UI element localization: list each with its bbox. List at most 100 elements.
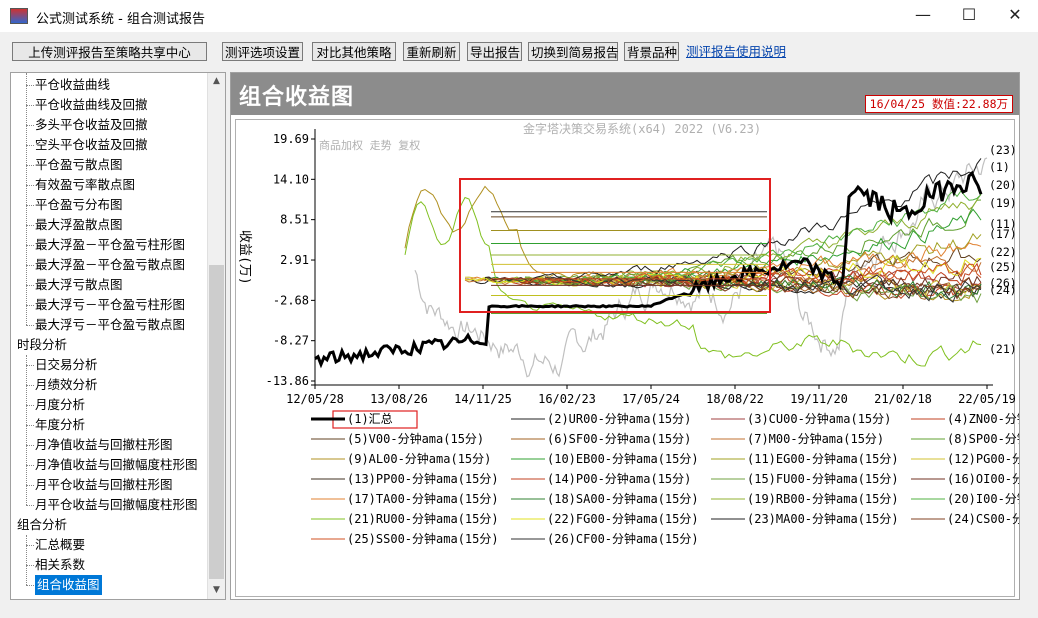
legend-item[interactable]: (10)EB00-分钟ama(15分) xyxy=(547,451,699,466)
y-axis-label: 收益(万) xyxy=(237,230,252,285)
x-tick-label: 21/02/18 xyxy=(874,392,932,406)
series-end-label: (22) xyxy=(989,245,1017,259)
app-window: 公式测试系统 - 组合测试报告 — ☐ ✕ 上传测评报告至策略共享中心 测评选项… xyxy=(0,0,1038,618)
legend-item[interactable]: (23)MA00-分钟ama(15分) xyxy=(747,511,899,526)
tree-item[interactable]: 组合分析 xyxy=(17,515,67,535)
legend-item[interactable]: (9)AL00-分钟ama(15分) xyxy=(347,451,491,466)
legend-item[interactable]: (25)SS00-分钟ama(15分) xyxy=(347,531,499,546)
legend-item[interactable]: (5)V00-分钟ama(15分) xyxy=(347,431,484,446)
series-end-label: (23) xyxy=(989,143,1017,157)
x-tick-label: 22/05/19 xyxy=(958,392,1016,406)
legend-item[interactable]: (20)I00-分钟ama(15分) xyxy=(947,491,1019,506)
legend-item[interactable]: (11)EG00-分钟ama(15分) xyxy=(747,451,899,466)
tree-item[interactable]: 汇总概要 xyxy=(25,535,85,555)
test-options-button[interactable]: 测评选项设置 xyxy=(222,42,303,61)
legend-item[interactable]: (13)PP00-分钟ama(15分) xyxy=(347,471,499,486)
y-tick-label: 19.69 xyxy=(273,132,309,146)
legend-item[interactable]: (17)TA00-分钟ama(15分) xyxy=(347,491,499,506)
y-tick-label: 14.10 xyxy=(273,172,309,186)
tree-item[interactable]: 年度分析 xyxy=(25,415,85,435)
combined-return-chart[interactable]: 金字塔决策交易系统(x64) 2022 (V6.23) 商品加权 走势 复权 19.… xyxy=(231,115,1019,599)
help-link[interactable]: 测评报告使用说明 xyxy=(686,41,786,60)
tree-item[interactable]: 平仓收益曲线 xyxy=(25,75,110,95)
scroll-up-icon[interactable]: ▲ xyxy=(208,73,225,90)
y-tick-label: 8.51 xyxy=(280,213,309,227)
upload-report-button[interactable]: 上传测评报告至策略共享中心 xyxy=(12,42,207,61)
x-tick-label: 13/08/26 xyxy=(370,392,428,406)
tree-item[interactable]: 月绩效分析 xyxy=(26,375,98,395)
series-end-label: (24) xyxy=(989,283,1017,297)
legend-item[interactable]: (8)SP00-分钟ama(15分) xyxy=(947,431,1019,446)
simple-report-button[interactable]: 切换到简易报告 xyxy=(528,42,619,61)
close-button[interactable]: ✕ xyxy=(992,0,1038,32)
x-tick-label: 14/11/25 xyxy=(454,392,512,406)
export-report-button[interactable]: 导出报告 xyxy=(467,42,522,61)
legend-item[interactable]: (12)PG00-分钟ama(15分) xyxy=(947,451,1019,466)
x-tick-label: 16/02/23 xyxy=(538,392,596,406)
scroll-thumb[interactable] xyxy=(209,265,224,579)
tree-item[interactable]: 相关系数 xyxy=(25,555,85,575)
tree-item[interactable]: 日交易分析 xyxy=(26,355,98,375)
tree-item[interactable]: 有效盈亏率散点图 xyxy=(25,175,135,195)
tree-item[interactable]: 平仓收益曲线及回撤 xyxy=(26,95,148,115)
tree-item[interactable]: 月平仓收益与回撤幅度柱形图 xyxy=(26,495,198,515)
report-tree: 平仓收益曲线 平仓收益曲线及回撤 多头平仓收益及回撤 空头平仓收益及回撤 平仓盈亏散点图… xyxy=(10,72,226,600)
tree-item[interactable]: 平仓盈亏分布图 xyxy=(26,195,123,215)
tree-item[interactable]: 多头平仓收益及回撤 xyxy=(26,115,148,135)
x-tick-label: 18/08/22 xyxy=(706,392,764,406)
compare-strategies-button[interactable]: 对比其他策略 xyxy=(312,42,396,61)
tree-guide-line xyxy=(26,535,27,585)
y-tick-label: -8.27 xyxy=(273,334,309,348)
tree-item[interactable]: 最大浮亏散点图 xyxy=(26,275,123,295)
tree-item[interactable]: 最大浮亏－平仓盈亏散点图 xyxy=(25,315,185,335)
tree-item[interactable]: 最大浮亏－平仓盈亏柱形图 xyxy=(25,295,185,315)
tree-item[interactable]: 月平仓收益与回撤柱形图 xyxy=(26,475,173,495)
legend-item[interactable]: (16)OI00-分钟ama(15分) xyxy=(947,471,1019,486)
tree-item[interactable]: 组合收益图 xyxy=(26,575,102,595)
tree-item[interactable]: 平仓盈亏散点图 xyxy=(26,155,123,175)
tree-item[interactable]: 空头平仓收益及回撤 xyxy=(26,135,148,155)
x-tick-label: 12/05/28 xyxy=(286,392,344,406)
y-tick-label: -2.68 xyxy=(273,293,309,307)
toolbar: 上传测评报告至策略共享中心 测评选项设置 对比其他策略 重新刷新 导出报告 切换… xyxy=(0,38,1038,66)
tree-item[interactable]: 时段分析 xyxy=(17,335,67,355)
x-tick-label: 17/05/24 xyxy=(622,392,680,406)
legend-item[interactable]: (22)FG00-分钟ama(15分) xyxy=(547,511,699,526)
legend-item[interactable]: (21)RU00-分钟ama(15分) xyxy=(347,511,499,526)
maximize-button[interactable]: ☐ xyxy=(946,0,992,32)
tree-scrollbar[interactable]: ▲ ▼ xyxy=(207,73,225,599)
tree-item[interactable]: 最大浮盈－平仓盈亏柱形图 xyxy=(25,235,185,255)
legend-item[interactable]: (6)SF00-分钟ama(15分) xyxy=(547,431,691,446)
tree-item[interactable]: 最大浮盈－平仓盈亏散点图 xyxy=(25,255,185,275)
chart-subtitle: 商品加权 走势 复权 xyxy=(319,138,420,152)
legend-item[interactable]: (3)CU00-分钟ama(15分) xyxy=(747,411,891,426)
y-tick-label: 2.91 xyxy=(280,253,309,267)
legend-item[interactable]: (24)CS00-分钟ama(15分) xyxy=(947,511,1019,526)
legend-item[interactable]: (26)CF00-分钟ama(15分) xyxy=(547,531,699,546)
legend-item[interactable]: (19)RB00-分钟ama(15分) xyxy=(747,491,899,506)
highlight-box xyxy=(459,178,771,313)
legend-item[interactable]: (2)UR00-分钟ama(15分) xyxy=(547,411,691,426)
panel-title: 组合收益图 xyxy=(239,84,355,110)
chart-area[interactable]: 金字塔决策交易系统(x64) 2022 (V6.23) 商品加权 走势 复权 19.… xyxy=(231,115,1019,599)
legend-item[interactable]: (7)M00-分钟ama(15分) xyxy=(747,431,884,446)
legend-item[interactable]: (15)FU00-分钟ama(15分) xyxy=(747,471,899,486)
tree-item[interactable]: 月净值收益与回撤幅度柱形图 xyxy=(26,455,198,475)
series-end-label: (21) xyxy=(989,342,1017,356)
legend-item[interactable]: (4)ZN00-分钟ama(15分) xyxy=(947,411,1019,426)
legend-item[interactable]: (14)P00-分钟ama(15分) xyxy=(547,471,691,486)
y-tick-label: -13.86 xyxy=(266,374,309,388)
scroll-down-icon[interactable]: ▼ xyxy=(208,582,225,599)
legend-item[interactable]: (1)汇总 xyxy=(347,412,393,426)
tree-item[interactable]: 最大浮盈散点图 xyxy=(26,215,123,235)
refresh-button[interactable]: 重新刷新 xyxy=(403,42,460,61)
value-readout: 16/04/25 数值:22.88万 xyxy=(864,95,1013,113)
tree-item[interactable]: 月度分析 xyxy=(25,395,85,415)
legend-item[interactable]: (18)SA00-分钟ama(15分) xyxy=(547,491,699,506)
series-end-label: (25) xyxy=(989,260,1017,274)
minimize-button[interactable]: — xyxy=(900,0,946,32)
tree-item[interactable]: 月净值收益与回撤柱形图 xyxy=(26,435,173,455)
background-symbol-button[interactable]: 背景品种 xyxy=(624,42,679,61)
series-end-label: (1) xyxy=(989,160,1010,174)
series-end-label: (19) xyxy=(989,196,1017,210)
